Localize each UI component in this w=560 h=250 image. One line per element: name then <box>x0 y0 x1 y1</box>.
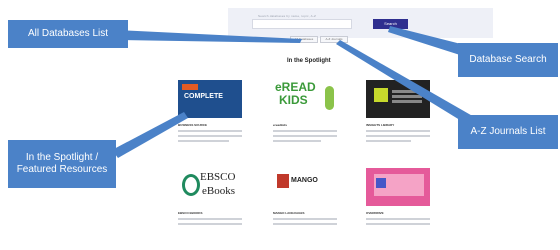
callout-spotlight: In the Spotlight / Featured Resources <box>8 140 116 188</box>
arrow-all-databases <box>118 30 302 43</box>
callout-all-databases: All Databases List <box>8 20 128 48</box>
arrow-database-search <box>388 26 465 55</box>
callout-database-search: Database Search <box>458 43 558 77</box>
callout-az-journals: A-Z Journals List <box>458 115 558 149</box>
arrow-spotlight <box>112 112 188 158</box>
